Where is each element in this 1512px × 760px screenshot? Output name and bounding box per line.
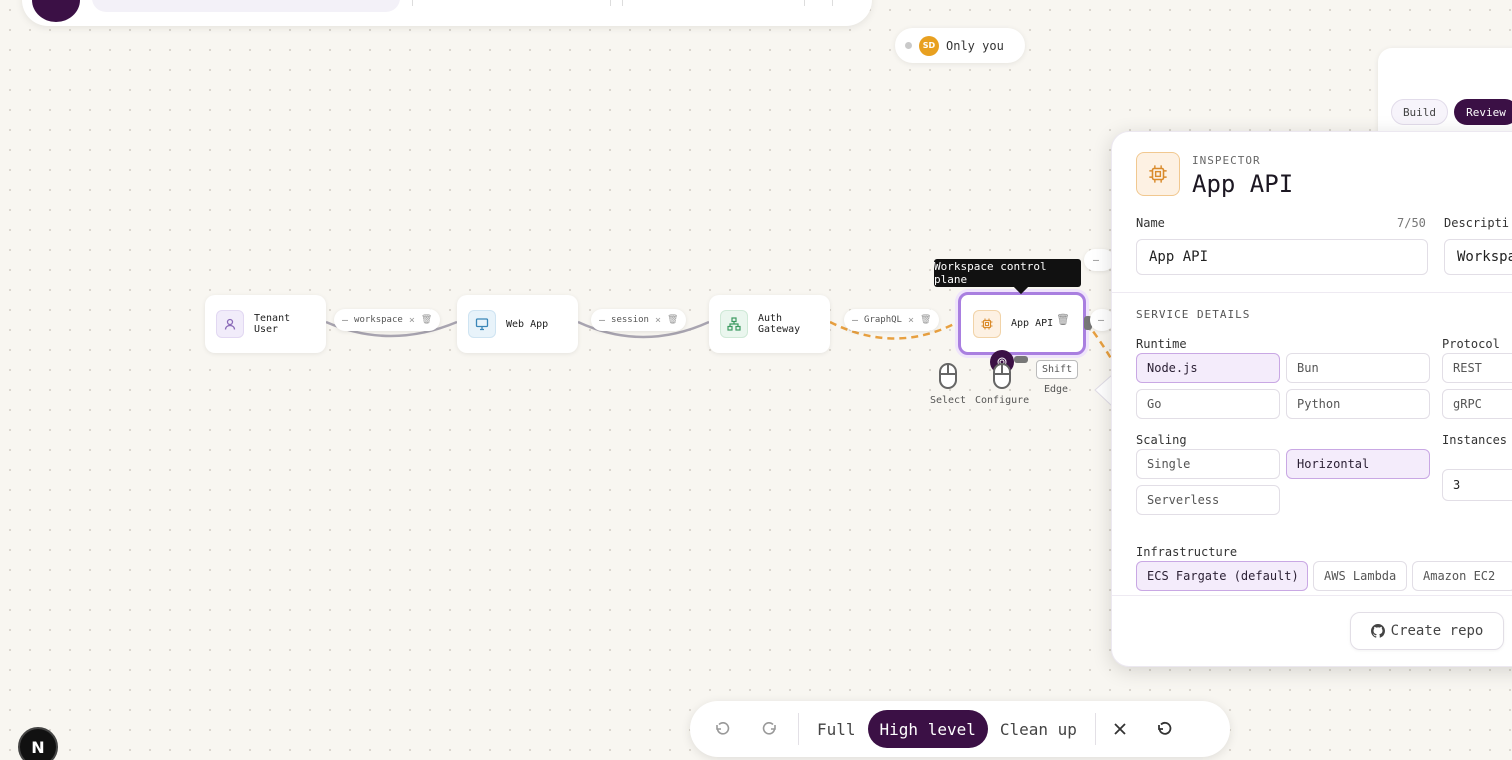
minus-icon[interactable]: – — [599, 315, 605, 326]
hint-label: Configure — [975, 395, 1030, 406]
review-chip[interactable]: Review — [1454, 99, 1512, 125]
scaling-option-serverless[interactable]: Serverless — [1136, 485, 1280, 515]
edge-label-partial[interactable]: – — [1084, 249, 1114, 271]
section-title: SERVICE DETAILS — [1136, 308, 1251, 321]
edge-label-text: GraphQL — [864, 315, 902, 325]
runtime-option-bun[interactable]: Bun — [1286, 353, 1430, 383]
hint-configure: Configure — [975, 363, 1029, 406]
network-icon — [720, 310, 748, 338]
edge-label-text: session — [611, 315, 649, 325]
edge-label-graphql[interactable]: – GraphQL × 🗑 — [844, 309, 940, 331]
monitor-icon — [468, 310, 496, 338]
view-high-level-button[interactable]: High level — [867, 710, 988, 748]
edge-label-session[interactable]: – session × 🗑 — [591, 309, 687, 331]
inspector-kicker: INSPECTOR — [1192, 154, 1261, 167]
next-devtools-badge[interactable]: N — [18, 727, 58, 760]
infrastructure-label: Infrastructure — [1136, 545, 1238, 559]
runtime-option-python[interactable]: Python — [1286, 389, 1430, 419]
node-label: App API — [1011, 318, 1054, 329]
divider — [1112, 595, 1512, 596]
node-label: Web App — [506, 318, 549, 330]
mouse-icon — [939, 363, 957, 389]
name-input[interactable]: App API — [1136, 239, 1428, 275]
reset-icon[interactable] — [1146, 711, 1182, 747]
description-input[interactable]: Workspa — [1444, 239, 1512, 275]
build-chip[interactable]: Build — [1391, 99, 1448, 125]
name-label: Name — [1136, 216, 1165, 230]
minus-icon[interactable]: – — [1098, 315, 1104, 326]
name-char-count: 7/50 — [1397, 216, 1426, 230]
minus-icon[interactable]: – — [342, 315, 348, 326]
redo-icon[interactable] — [752, 711, 788, 747]
divider — [798, 713, 799, 745]
close-icon[interactable]: × — [655, 315, 661, 326]
description-label: Descripti — [1444, 216, 1510, 230]
minus-icon[interactable]: – — [852, 315, 858, 326]
trash-icon[interactable]: 🗑 — [1056, 313, 1070, 326]
instances-input[interactable]: 3 — [1442, 469, 1512, 501]
hint-edge: Shift Edge — [1036, 360, 1079, 395]
create-repo-label: Create repo — [1390, 623, 1484, 639]
node-label: User — [254, 324, 279, 335]
node-auth-gateway[interactable]: Auth Gateway — [709, 295, 830, 353]
divider — [1094, 713, 1096, 745]
create-repo-button[interactable]: Create repo — [1350, 612, 1504, 650]
node-web-app[interactable]: Web App — [457, 295, 578, 353]
node-label: Tenant — [254, 313, 291, 324]
runtime-option-nodejs[interactable]: Node.js — [1136, 353, 1280, 383]
scaling-option-single[interactable]: Single — [1136, 449, 1280, 479]
undo-icon[interactable] — [704, 711, 740, 747]
infra-option-ecs-fargate[interactable]: ECS Fargate (default) — [1136, 561, 1308, 591]
edge-label-text: workspace — [354, 315, 403, 325]
cpu-icon — [973, 309, 1001, 338]
github-icon — [1370, 624, 1385, 638]
inspector-panel: INSPECTOR App API Name 7/50 App API Desc… — [1111, 131, 1512, 667]
trash-icon[interactable]: 🗑 — [920, 315, 931, 325]
mouse-icon — [993, 363, 1011, 389]
protocol-label: Protocol — [1442, 337, 1500, 351]
infra-option-amazon-ec2[interactable]: Amazon EC2 — [1412, 561, 1512, 591]
inspector-title: App API — [1192, 170, 1294, 198]
hint-label: Select — [929, 395, 967, 406]
inspector-pointer — [1094, 373, 1113, 408]
scaling-option-horizontal[interactable]: Horizontal — [1286, 449, 1430, 479]
view-full-button[interactable]: Full — [805, 710, 868, 748]
node-label: Gateway — [758, 324, 801, 335]
close-icon[interactable]: × — [908, 315, 914, 326]
minus-icon[interactable]: – — [1093, 255, 1099, 266]
node-app-api[interactable]: App API 🗑 — [958, 292, 1086, 355]
close-icon[interactable]: × — [409, 315, 415, 326]
trash-icon[interactable]: 🗑 — [667, 315, 678, 325]
node-tooltip: Workspace control plane — [934, 259, 1081, 287]
node-tenant-user[interactable]: Tenant User — [205, 295, 326, 353]
runtime-option-go[interactable]: Go — [1136, 389, 1280, 419]
cpu-icon — [1136, 152, 1180, 196]
hint-label: Edge — [1043, 384, 1069, 395]
protocol-option-grpc[interactable]: gRPC — [1442, 389, 1512, 419]
scaling-label: Scaling — [1136, 433, 1187, 447]
connection-handle[interactable] — [1014, 356, 1028, 363]
edge-label-workspace[interactable]: – workspace × 🗑 — [334, 309, 441, 331]
bottom-toolbar: Full High level Clean up — [690, 701, 1230, 757]
clean-up-button[interactable]: Clean up — [988, 710, 1089, 748]
runtime-label: Runtime — [1136, 337, 1187, 351]
hint-select: Select — [928, 363, 968, 406]
divider — [1112, 292, 1512, 293]
trash-icon[interactable]: 🗑 — [421, 315, 432, 325]
shift-key: Shift — [1036, 360, 1079, 379]
protocol-option-rest[interactable]: REST — [1442, 353, 1512, 383]
infra-option-aws-lambda[interactable]: AWS Lambda — [1313, 561, 1407, 591]
user-icon — [216, 310, 244, 338]
node-label: Auth — [758, 313, 783, 324]
instances-label: Instances — [1442, 433, 1508, 447]
close-icon[interactable] — [1102, 711, 1138, 747]
